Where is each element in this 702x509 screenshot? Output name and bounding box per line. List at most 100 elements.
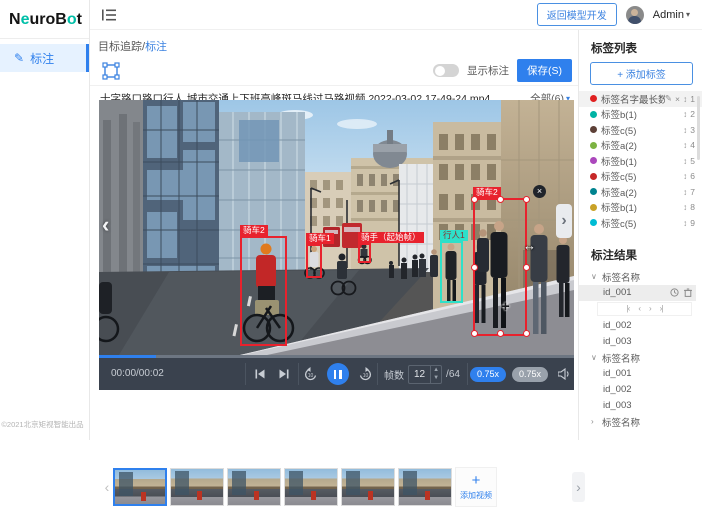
rewind-10-icon[interactable]: 10: [303, 367, 318, 382]
bounding-box-tool-icon[interactable]: [102, 62, 120, 80]
label-row[interactable]: 标签a(2) ↕4: [579, 138, 702, 154]
edit-label-icon[interactable]: ✎: [665, 93, 672, 104]
bbox-label: 行人1: [440, 230, 468, 241]
move-cursor-icon: ↔: [523, 238, 536, 253]
copyright-text: ©2021北京矩视智能出品: [0, 419, 85, 430]
label-color-dot: [590, 219, 597, 226]
result-item[interactable]: id_001: [579, 366, 702, 382]
forward-10-icon[interactable]: 10: [358, 367, 373, 382]
result-group[interactable]: ∨ 标签名称: [579, 350, 702, 366]
user-menu[interactable]: Admin ▾: [653, 9, 690, 21]
result-item-selected[interactable]: id_001: [579, 285, 696, 301]
resize-handle[interactable]: [471, 196, 478, 203]
label-row[interactable]: 标签b(1) ↕2: [579, 107, 702, 123]
delete-box-button[interactable]: ×: [533, 185, 546, 198]
resize-handle[interactable]: [471, 330, 478, 337]
collapse-menu-icon[interactable]: [102, 9, 116, 21]
prev-video-chevron[interactable]: ‹: [102, 210, 109, 240]
bbox-pedestrian1[interactable]: 行人1: [440, 241, 463, 303]
label-row[interactable]: 标签名字最长数... ✎ × ↕ 1: [579, 91, 702, 107]
sort-icon[interactable]: ↕: [683, 125, 687, 135]
speed-pill-active[interactable]: 0.75x: [470, 367, 506, 382]
resize-handle[interactable]: [471, 264, 478, 271]
video-thumbnail[interactable]: [284, 468, 338, 506]
add-label-button[interactable]: + 添加标签: [590, 62, 693, 85]
video-thumbnail[interactable]: [170, 468, 224, 506]
next-frame-icon[interactable]: [279, 369, 289, 379]
sort-icon[interactable]: ↕: [683, 94, 687, 104]
sort-icon[interactable]: ↕: [683, 187, 687, 197]
video-thumbnail-selected[interactable]: [113, 468, 167, 506]
next-video-chevron[interactable]: ›: [556, 204, 572, 238]
result-item[interactable]: id_002: [579, 382, 702, 398]
back-to-model-dev-button[interactable]: 返回模型开发: [537, 3, 617, 26]
trash-icon[interactable]: [684, 288, 692, 297]
show-annotation-toggle[interactable]: [433, 64, 459, 77]
collapse-icon[interactable]: ›: [591, 417, 598, 426]
delete-label-icon[interactable]: ×: [675, 94, 680, 104]
thumbs-prev-arrow[interactable]: ‹: [101, 479, 113, 495]
label-row[interactable]: 标签a(2) ↕7: [579, 184, 702, 200]
label-row[interactable]: 标签c(5) ↕9: [579, 215, 702, 231]
video-thumbnail[interactable]: [227, 468, 281, 506]
resize-handle[interactable]: [523, 330, 530, 337]
logo-letter: ur: [29, 11, 45, 28]
frame-count-label: 帧数: [384, 367, 404, 382]
sidebar-item-annotate[interactable]: ✎ 标注: [0, 44, 89, 72]
bbox-rider2[interactable]: 骑车2: [240, 236, 287, 346]
sort-icon[interactable]: ↕: [683, 218, 687, 228]
resize-handle[interactable]: [523, 264, 530, 271]
result-item[interactable]: id_003: [579, 334, 702, 350]
scrollbar-thumb[interactable]: [697, 96, 700, 160]
locate-icon[interactable]: [670, 288, 679, 297]
bbox-label: 骑车2: [240, 225, 268, 236]
result-item[interactable]: id_003: [579, 398, 702, 414]
add-video-button[interactable]: + 添加视频: [455, 467, 497, 507]
resize-handle[interactable]: [497, 330, 504, 337]
label-row[interactable]: 标签b(1) ↕5: [579, 153, 702, 169]
bbox-rider-startframe[interactable]: 骑手（起始帧）: [358, 243, 371, 263]
pause-button[interactable]: [327, 363, 349, 385]
nav-first-icon[interactable]: |‹: [627, 304, 630, 313]
video-thumbnail[interactable]: [341, 468, 395, 506]
result-id: id_001: [603, 285, 632, 301]
player-controls: 00:00/00:02 10 10 帧数 12 ▲▼ /64: [99, 355, 574, 390]
prev-frame-icon[interactable]: [255, 369, 265, 379]
sort-icon[interactable]: ↕: [683, 140, 687, 150]
bbox-rider2-selected[interactable]: 骑车2 ×: [473, 198, 527, 336]
sort-icon[interactable]: ↕: [683, 171, 687, 181]
sort-icon[interactable]: ↕: [683, 156, 687, 166]
sort-icon[interactable]: ↕: [683, 202, 687, 212]
video-thumbnail[interactable]: [398, 468, 452, 506]
thumbs-next-arrow[interactable]: ›: [572, 472, 585, 502]
frame-total: /64: [446, 369, 460, 380]
expand-icon[interactable]: ∨: [591, 272, 598, 281]
nav-next-icon[interactable]: ›: [649, 304, 651, 313]
volume-icon[interactable]: [558, 368, 571, 380]
nav-last-icon[interactable]: ›|: [660, 304, 663, 313]
resize-handle[interactable]: [523, 196, 530, 203]
sort-icon[interactable]: ↕: [683, 109, 687, 119]
save-button[interactable]: 保存(S): [517, 59, 572, 82]
frame-number-input[interactable]: 12 ▲▼: [408, 365, 442, 384]
main-area: 目标追踪/标注 显示标注 保存(S) 十字路口路口行人 城市交通上下班高峰斑马线…: [90, 30, 578, 440]
video-canvas[interactable]: 骑车2 骑车1 骑手（起始帧） 行人1 骑车2 ×: [99, 100, 574, 355]
frame-down-icon[interactable]: ▼: [431, 374, 441, 383]
annotation-toolbar: 显示标注 保存(S): [90, 56, 578, 86]
speed-pill[interactable]: 0.75x: [512, 367, 548, 382]
sidebar: NeuroBot ✎ 标注 ©2021北京矩视智能出品: [0, 0, 90, 440]
nav-prev-icon[interactable]: ‹: [638, 304, 640, 313]
breadcrumb-parent[interactable]: 目标追踪: [98, 41, 142, 53]
result-group[interactable]: ∨ 标签名称: [579, 269, 702, 285]
avatar[interactable]: [626, 6, 644, 24]
result-group-collapsed[interactable]: › 标签名称: [579, 414, 702, 430]
resize-handle[interactable]: [497, 196, 504, 203]
show-annotation-label: 显示标注: [467, 63, 509, 78]
label-row[interactable]: 标签b(1) ↕8: [579, 200, 702, 216]
label-row[interactable]: 标签c(5) ↕3: [579, 122, 702, 138]
result-item[interactable]: id_002: [579, 318, 702, 334]
expand-icon[interactable]: ∨: [591, 353, 598, 362]
bbox-rider1[interactable]: 骑车1: [306, 244, 322, 278]
frame-up-icon[interactable]: ▲: [431, 366, 441, 375]
label-row[interactable]: 标签c(5) ↕6: [579, 169, 702, 185]
